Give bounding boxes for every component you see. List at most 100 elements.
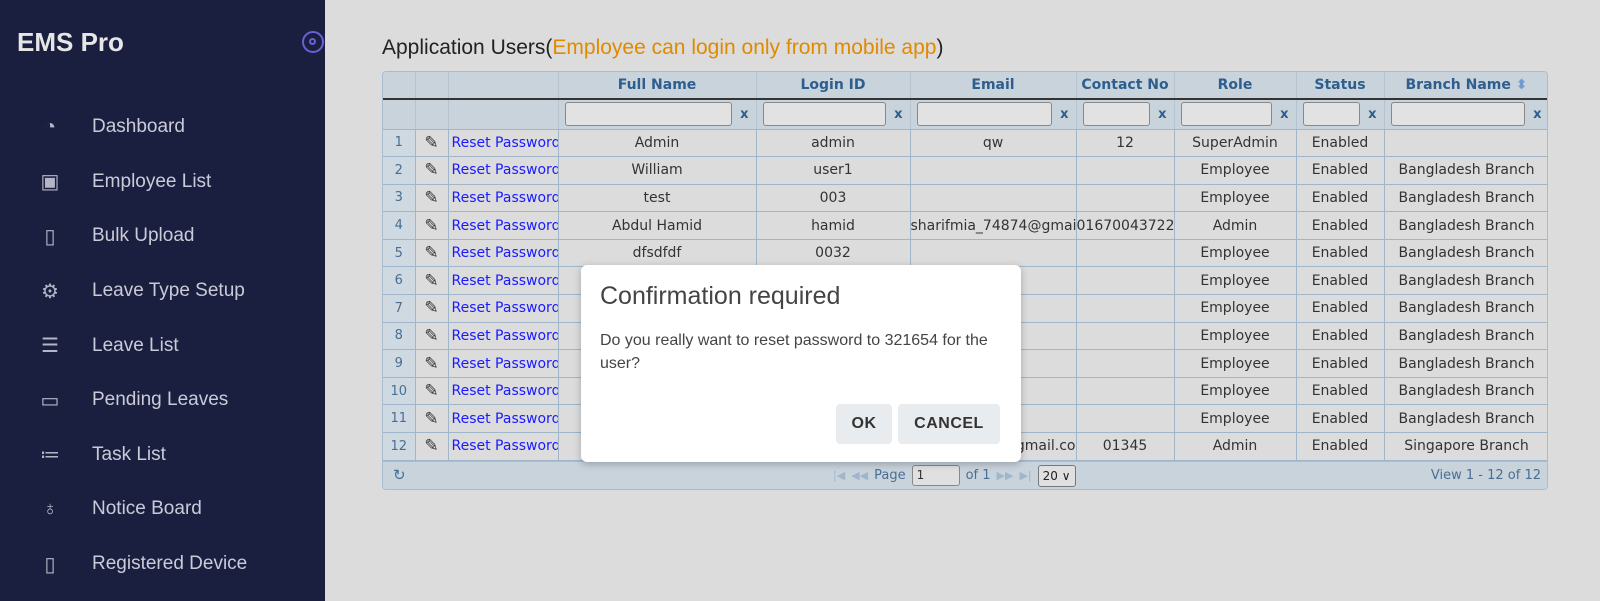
- column-header[interactable]: Status: [1296, 72, 1385, 99]
- row-number: 4: [383, 211, 416, 240]
- page-size-select[interactable]: 20 ∨: [1037, 464, 1076, 487]
- last-page-icon[interactable]: ▶|: [1019, 469, 1031, 482]
- clear-filter-button[interactable]: x: [1060, 107, 1068, 122]
- contact-no-cell: 01345: [1076, 432, 1175, 461]
- sidebar-item-dashboard[interactable]: ◔ Dashboard: [0, 100, 325, 155]
- reset-password-link[interactable]: Reset Password: [448, 294, 559, 323]
- dialog-message: Do you really want to reset password to …: [600, 332, 988, 373]
- reset-password-link[interactable]: Reset Password: [448, 266, 559, 296]
- page-input[interactable]: 1: [911, 465, 960, 487]
- filter-cell: x: [1076, 98, 1175, 130]
- filter-cell: x: [910, 98, 1077, 130]
- column-header[interactable]: Contact No: [1076, 72, 1175, 99]
- edit-icon[interactable]: ✎: [415, 211, 449, 240]
- sidebar-item-bulk-upload[interactable]: ▯ Bulk Upload: [0, 209, 325, 264]
- edit-icon[interactable]: ✎: [415, 377, 449, 406]
- role-cell: Employee: [1174, 377, 1297, 406]
- clear-filter-button[interactable]: x: [740, 107, 748, 122]
- reset-password-link[interactable]: Reset Password: [448, 322, 559, 351]
- role-cell: Employee: [1174, 184, 1297, 213]
- filter-input[interactable]: [564, 102, 732, 127]
- column-header-label: Role: [1217, 77, 1253, 93]
- reset-password-link[interactable]: Reset Password: [448, 129, 559, 158]
- edit-icon[interactable]: ✎: [415, 432, 449, 461]
- sidebar-item-registered-device[interactable]: ▯ Registered Device: [0, 537, 325, 592]
- role-cell: Employee: [1174, 349, 1297, 378]
- reset-password-link[interactable]: Reset Password: [448, 432, 559, 461]
- reset-password-link[interactable]: Reset Password: [448, 211, 559, 240]
- sidebar-item-pending-leaves[interactable]: ▭ Pending Leaves: [0, 373, 325, 428]
- reset-password-link[interactable]: Reset Password: [448, 239, 559, 268]
- filter-input[interactable]: [1302, 102, 1360, 127]
- role-cell: Employee: [1174, 266, 1297, 296]
- reset-password-link[interactable]: Reset Password: [448, 404, 559, 434]
- column-header[interactable]: Login ID: [756, 72, 911, 99]
- filter-cell: [415, 98, 449, 130]
- status-cell: Enabled: [1296, 349, 1385, 378]
- status-cell: Enabled: [1296, 322, 1385, 351]
- clear-filter-button[interactable]: x: [1158, 107, 1166, 122]
- edit-icon[interactable]: ✎: [415, 129, 449, 158]
- filter-input[interactable]: [1082, 102, 1150, 127]
- reset-password-link[interactable]: Reset Password: [448, 349, 559, 378]
- sidebar-item-leave-list[interactable]: ☰ Leave List: [0, 318, 325, 373]
- status-cell: Enabled: [1296, 129, 1385, 158]
- role-cell: Admin: [1174, 211, 1297, 240]
- branch-name-cell: Bangladesh Branch: [1384, 184, 1547, 213]
- reset-password-link[interactable]: Reset Password: [448, 156, 559, 185]
- reset-password-link[interactable]: Reset Password: [448, 377, 559, 406]
- branch-name-cell: Bangladesh Branch: [1384, 266, 1547, 296]
- clear-filter-button[interactable]: x: [894, 107, 902, 122]
- clear-filter-button[interactable]: x: [1368, 107, 1376, 122]
- table-row: 4 ✎ Reset Password Abdul Hamid hamid sharifmi…: [383, 211, 1547, 240]
- edit-icon[interactable]: ✎: [415, 404, 449, 434]
- filter-input[interactable]: [916, 102, 1052, 127]
- contact-no-cell: [1076, 404, 1175, 434]
- filter-input[interactable]: [1390, 102, 1525, 127]
- column-header[interactable]: Role: [1174, 72, 1297, 99]
- contact-no-cell: 12: [1076, 129, 1175, 158]
- first-page-icon[interactable]: |◀: [833, 469, 845, 482]
- clear-filter-button[interactable]: x: [1280, 107, 1288, 122]
- sidebar-item-notice-board[interactable]: ♁ Notice Board: [0, 482, 325, 537]
- edit-icon[interactable]: ✎: [415, 322, 449, 351]
- prev-page-icon[interactable]: ◀◀: [851, 469, 868, 482]
- filter-cell: [383, 98, 416, 130]
- column-header[interactable]: Email: [910, 72, 1077, 99]
- page-count: of 1: [965, 468, 991, 484]
- refresh-icon[interactable]: ↻: [393, 466, 406, 484]
- filter-input[interactable]: [762, 102, 886, 127]
- edit-icon[interactable]: ✎: [415, 239, 449, 268]
- sort-icon[interactable]: ⬍: [1511, 77, 1528, 93]
- sidebar-toggle-icon[interactable]: [302, 31, 324, 53]
- role-cell: SuperAdmin: [1174, 129, 1297, 158]
- full-name-cell: dfsdfdf: [558, 239, 757, 268]
- column-header[interactable]: Branch Name ⬍: [1384, 72, 1547, 99]
- ok-button[interactable]: OK: [836, 404, 892, 444]
- edit-icon[interactable]: ✎: [415, 156, 449, 185]
- edit-icon[interactable]: ✎: [415, 349, 449, 378]
- confirmation-dialog: Confirmation required Do you really want…: [581, 265, 1021, 462]
- row-number: 8: [383, 322, 416, 351]
- cancel-button[interactable]: CANCEL: [898, 404, 1000, 444]
- sidebar-item-label: Task List: [92, 443, 166, 465]
- sidebar-item-task-list[interactable]: ≔ Task List: [0, 428, 325, 483]
- dialog-title: Confirmation required: [600, 282, 841, 310]
- grid-pager: ↻ |◀ ◀◀ Page 1 of 1 ▶▶ ▶| 20 ∨ View 1 - …: [383, 460, 1547, 489]
- sidebar-item-employee-list[interactable]: ▣ Employee List: [0, 155, 325, 210]
- next-page-icon[interactable]: ▶▶: [997, 469, 1014, 482]
- sidebar-item-leave-type-setup[interactable]: ⚙ Leave Type Setup: [0, 264, 325, 319]
- clear-filter-button[interactable]: x: [1533, 107, 1541, 122]
- edit-icon[interactable]: ✎: [415, 294, 449, 323]
- reset-password-link[interactable]: Reset Password: [448, 184, 559, 213]
- sidebar-item-label: Employee List: [92, 170, 212, 192]
- edit-icon[interactable]: ✎: [415, 184, 449, 213]
- filter-input[interactable]: [1180, 102, 1272, 127]
- column-header[interactable]: Full Name: [558, 72, 757, 99]
- contact-no-cell: [1076, 184, 1175, 213]
- column-header: [448, 72, 559, 99]
- full-name-cell: Abdul Hamid: [558, 211, 757, 240]
- contact-no-cell: 01670043722: [1076, 211, 1175, 240]
- edit-icon[interactable]: ✎: [415, 266, 449, 296]
- page-title-note: Employee can login only from mobile app: [552, 36, 937, 59]
